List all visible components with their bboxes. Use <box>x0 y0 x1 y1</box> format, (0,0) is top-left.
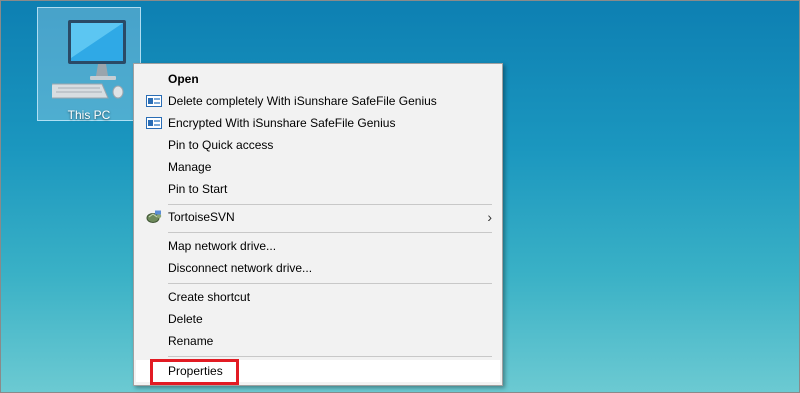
this-pc-desktop-icon[interactable]: This PC <box>37 7 141 122</box>
menu-separator <box>168 283 492 284</box>
chevron-right-icon: › <box>487 209 492 225</box>
context-menu: Open Delete completely With iSunshare Sa… <box>133 63 503 386</box>
menu-item-disconnect-network-drive[interactable]: Disconnect network drive... <box>136 257 500 279</box>
menu-item-delete[interactable]: Delete <box>136 308 500 330</box>
menu-item-pin-quick-access[interactable]: Pin to Quick access <box>136 134 500 156</box>
menu-item-manage[interactable]: Manage <box>136 156 500 178</box>
menu-item-map-network-drive[interactable]: Map network drive... <box>136 235 500 257</box>
menu-item-rename[interactable]: Rename <box>136 330 500 352</box>
menu-item-create-shortcut[interactable]: Create shortcut <box>136 286 500 308</box>
menu-item-tortoisesvn[interactable]: TortoiseSVN › <box>136 206 500 228</box>
properties-highlight-box <box>150 359 239 385</box>
menu-separator <box>168 204 492 205</box>
menu-item-open[interactable]: Open <box>136 68 500 90</box>
menu-item-encrypted[interactable]: Encrypted With iSunshare SafeFile Genius <box>136 112 500 134</box>
tortoisesvn-icon <box>146 210 162 223</box>
menu-item-label: Encrypted With iSunshare SafeFile Genius <box>168 116 396 130</box>
computer-icon <box>52 20 126 99</box>
menu-item-label: Delete completely With iSunshare SafeFil… <box>168 94 437 108</box>
isunshare-icon <box>146 95 162 107</box>
menu-item-label: TortoiseSVN <box>168 210 235 224</box>
menu-separator <box>168 356 492 357</box>
menu-item-delete-completely[interactable]: Delete completely With iSunshare SafeFil… <box>136 90 500 112</box>
isunshare-icon <box>146 117 162 129</box>
this-pc-label: This PC <box>67 108 111 122</box>
menu-item-pin-to-start[interactable]: Pin to Start <box>136 178 500 200</box>
menu-separator <box>168 232 492 233</box>
